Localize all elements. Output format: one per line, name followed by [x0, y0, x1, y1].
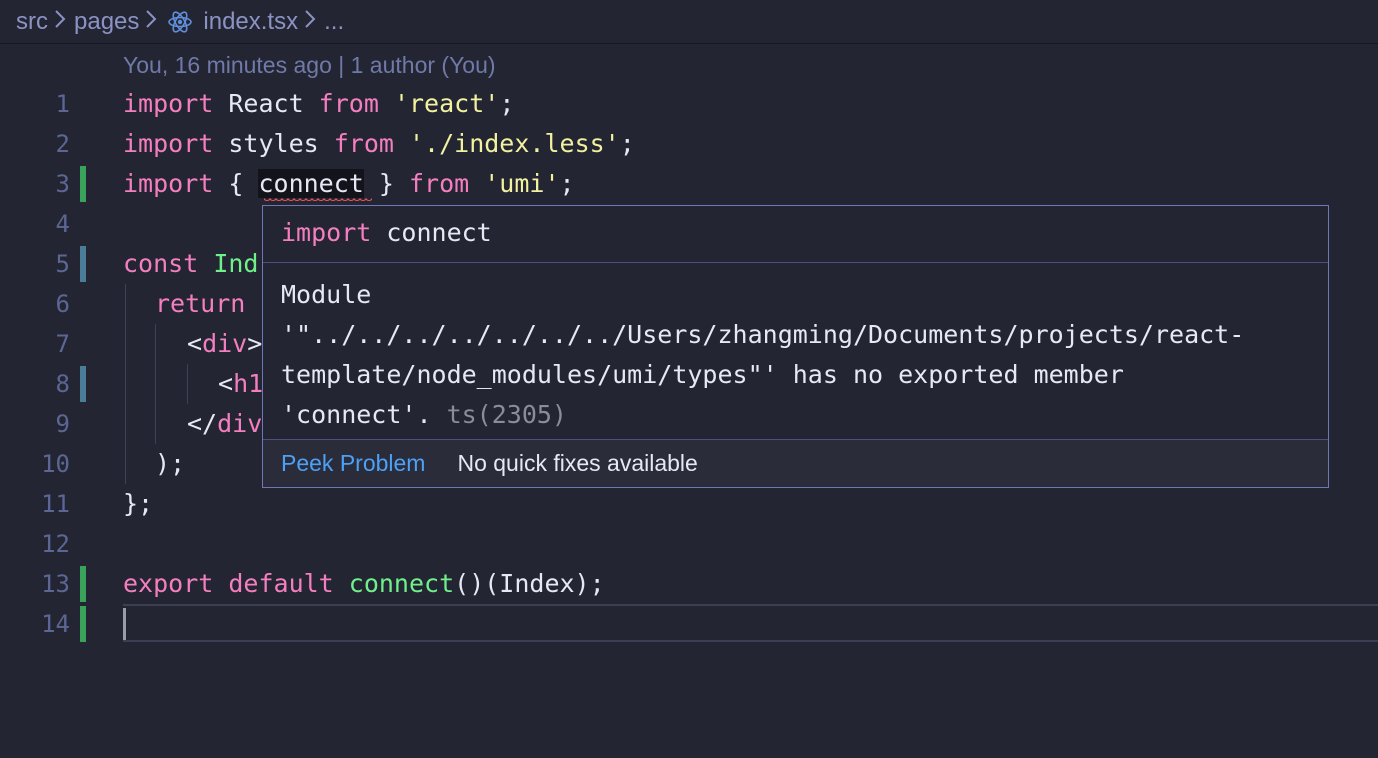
identifier: Ind [198, 249, 259, 278]
keyword: const [123, 249, 199, 278]
keyword: import [123, 169, 214, 198]
code-line[interactable]: 11 }; [0, 484, 1378, 524]
line-number: 14 [41, 610, 70, 638]
message-text: 'connect'. [281, 400, 432, 429]
code-text: return [155, 289, 245, 318]
keyword: from [333, 129, 394, 158]
gutter-modified-marker[interactable] [80, 366, 86, 402]
string-literal: 'umi' [469, 169, 560, 198]
message-line: Module [281, 280, 372, 309]
code-text: ); [155, 449, 186, 478]
code-line[interactable]: 13 export default connect()(Index); [0, 564, 1378, 604]
line-number: 6 [55, 290, 70, 318]
hover-actions: Peek Problem No quick fixes available [263, 440, 1328, 487]
line-number: 9 [55, 410, 70, 438]
code-line[interactable]: 3 import { connect } from 'umi'; [0, 164, 1378, 204]
identifier: React [213, 89, 319, 118]
message-line: 'connect'. ts(2305) [281, 395, 1310, 435]
code-text: import { connect } from 'umi'; [123, 169, 575, 198]
breadcrumb-item-pages[interactable]: pages [74, 8, 139, 36]
react-icon [167, 9, 193, 35]
code-text: const Ind [123, 249, 258, 278]
punctuation: ; [499, 89, 515, 118]
blame-annotation[interactable]: You, 16 minutes ago | 1 author (You) [123, 52, 496, 79]
line-number: 10 [41, 450, 70, 478]
error-squiggle [264, 198, 372, 202]
punctuation: </ [187, 409, 218, 438]
jsx-tag: div [202, 329, 248, 358]
breadcrumb-item-src[interactable]: src [16, 8, 48, 36]
line-number: 1 [55, 90, 70, 118]
line-number: 12 [41, 530, 70, 558]
identifier: styles [213, 129, 334, 158]
punctuation: > [247, 329, 263, 358]
code-line[interactable]: 14 [0, 604, 1378, 644]
hover-signature: import connect [263, 206, 1328, 263]
punctuation: < [218, 369, 234, 398]
code-text: export default connect()(Index); [123, 569, 605, 598]
line-number: 13 [41, 570, 70, 598]
message-line: template/node_modules/umi/types"' has no… [281, 360, 1124, 389]
breadcrumb-item-file[interactable]: index.tsx [203, 8, 298, 36]
line-number: 11 [41, 490, 70, 518]
message-line: '"../../../../../../../Users/zhangming/D… [281, 320, 1245, 349]
keyword: from [408, 169, 470, 198]
jsx-tag: div [217, 409, 263, 438]
punctuation: ; [619, 129, 635, 158]
line-number: 3 [55, 170, 70, 198]
hover-tooltip[interactable]: import connect Module '"../../../../../.… [262, 205, 1329, 488]
keyword: import [123, 129, 214, 158]
punctuation: { [213, 169, 259, 198]
gutter-added-marker[interactable] [80, 606, 86, 642]
breadcrumb: src pages index.tsx ... [0, 0, 1378, 44]
code-line[interactable]: 12 [0, 524, 1378, 564]
code-text: import React from 'react'; [123, 89, 514, 118]
code-text: import styles from './index.less'; [123, 129, 635, 158]
keyword: export [123, 569, 214, 598]
keyword: import [281, 218, 372, 247]
punctuation: < [187, 329, 203, 358]
hover-error-message: Module '"../../../../../../../Users/zhan… [263, 263, 1328, 440]
line-number: 4 [55, 210, 70, 238]
line-number: 5 [55, 250, 70, 278]
keyword: from [318, 89, 379, 118]
identifier: connect [371, 218, 492, 247]
keyword: return [155, 289, 246, 318]
gutter-modified-marker[interactable] [80, 246, 86, 282]
punctuation: ; [559, 169, 575, 198]
code-line[interactable]: 2 import styles from './index.less'; [0, 124, 1378, 164]
gutter-added-marker[interactable] [80, 166, 86, 202]
breadcrumb-item-more[interactable]: ... [324, 8, 344, 36]
keyword: default [213, 569, 349, 598]
code-editor[interactable]: You, 16 minutes ago | 1 author (You) 1 i… [0, 44, 1378, 758]
peek-problem-link[interactable]: Peek Problem [281, 450, 425, 477]
code-text: }; [123, 489, 154, 518]
code-text: <div> [187, 329, 262, 358]
string-literal: 'react' [378, 89, 500, 118]
code-line[interactable]: 1 import React from 'react'; [0, 84, 1378, 124]
line-number: 7 [55, 330, 70, 358]
string-literal: './index.less' [393, 129, 620, 158]
code-text: <h1 [218, 369, 263, 398]
punctuation: ()(Index); [454, 569, 605, 598]
keyword: import [123, 89, 214, 118]
chevron-right-icon [54, 9, 66, 35]
gutter-added-marker[interactable] [80, 566, 86, 602]
punctuation: } [363, 169, 409, 198]
error-identifier[interactable]: connect [258, 169, 364, 198]
jsx-tag: h1 [233, 369, 264, 398]
line-number: 2 [55, 130, 70, 158]
error-code: ts(2305) [431, 400, 567, 429]
chevron-right-icon [304, 9, 316, 35]
code-text: </div [187, 409, 262, 438]
chevron-right-icon [145, 9, 157, 35]
no-quick-fixes-label: No quick fixes available [457, 450, 698, 476]
line-number: 8 [55, 370, 70, 398]
function-call: connect [348, 569, 455, 598]
